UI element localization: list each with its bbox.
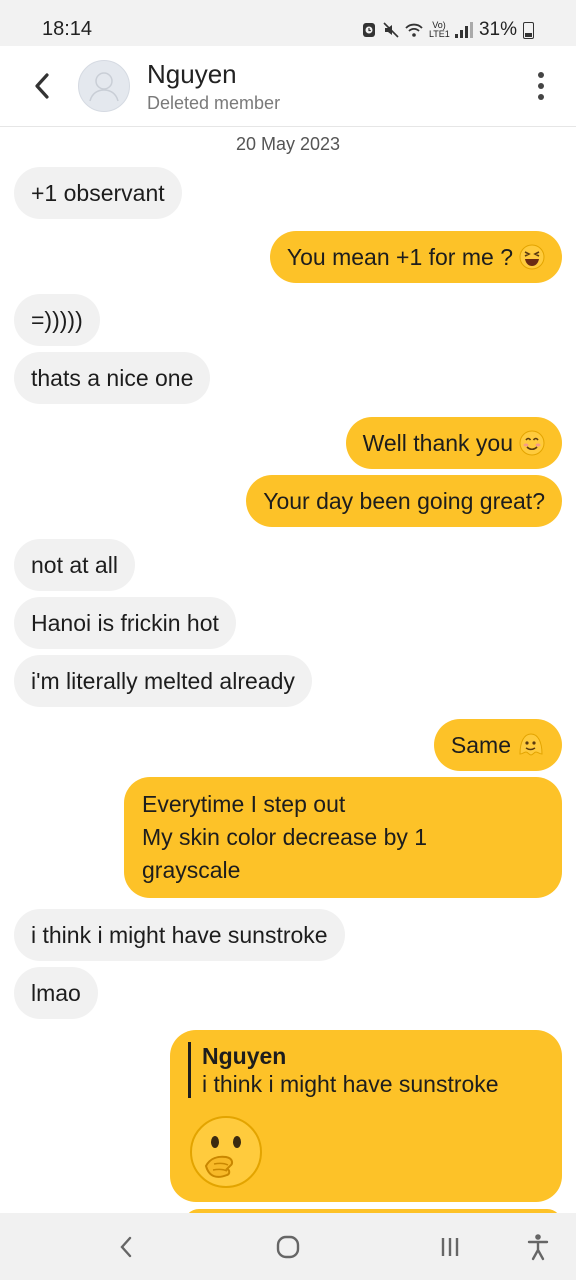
message-incoming[interactable]: Hanoi is frickin hot — [14, 597, 236, 649]
nav-home-button[interactable] — [268, 1229, 308, 1265]
message-outgoing[interactable]: Everytime I step out My skin color decre… — [124, 777, 562, 898]
nav-back-icon — [120, 1236, 132, 1258]
status-icons: Vo) LTE1 31% — [361, 19, 534, 41]
nav-home-icon — [276, 1235, 300, 1259]
more-vertical-icon — [538, 72, 544, 78]
nav-recents-icon — [441, 1238, 459, 1256]
more-options-button[interactable] — [526, 66, 556, 106]
message-list[interactable]: 20 May 2023 +1 observant You mean +1 for… — [0, 127, 576, 1213]
avatar[interactable] — [78, 60, 130, 112]
network-type: Vo) LTE1 — [428, 20, 450, 39]
message-incoming[interactable]: lmao — [14, 967, 98, 1019]
nav-back-button[interactable] — [106, 1229, 146, 1265]
status-time: 18:14 — [42, 18, 93, 40]
chevron-left-icon — [35, 73, 49, 99]
date-separator: 20 May 2023 — [235, 134, 341, 154]
smiling-blush-emoji — [519, 430, 545, 456]
message-incoming[interactable]: i think i might have sunstroke — [14, 909, 345, 961]
message-line: Everytime I step out — [142, 791, 346, 817]
message-line: grayscale — [142, 857, 241, 883]
wifi-icon — [405, 23, 423, 37]
message-incoming[interactable]: thats a nice one — [14, 352, 211, 404]
face-with-hand-over-mouth-emoji — [190, 1116, 262, 1188]
accessibility-icon — [527, 1234, 549, 1261]
message-outgoing[interactable]: Same — [433, 719, 562, 771]
battery-icon — [523, 21, 534, 39]
nav-recents-button[interactable] — [430, 1229, 470, 1265]
alarm-icon — [362, 23, 375, 37]
message-incoming[interactable]: +1 observant — [14, 167, 182, 219]
user-placeholder-icon — [89, 72, 119, 102]
signal-icon — [454, 22, 473, 38]
message-incoming[interactable]: not at all — [14, 539, 135, 591]
message-outgoing[interactable]: You mean +1 for me ? — [269, 231, 562, 283]
chat-header: Nguyen Deleted member — [0, 46, 576, 127]
melting-face-emoji — [519, 733, 543, 756]
battery-percent: 31% — [478, 19, 517, 40]
quoted-author: Nguyen — [202, 1043, 287, 1069]
message-outgoing[interactable]: Well thank you — [345, 417, 562, 469]
contact-status: Deleted member — [147, 93, 281, 113]
message-outgoing-reply[interactable]: Nguyen i think i might have sunstroke — [170, 1030, 562, 1202]
message-outgoing[interactable]: Your day been going great? — [246, 475, 562, 527]
quoted-text: i think i might have sunstroke — [202, 1071, 499, 1097]
accessibility-button[interactable] — [518, 1229, 558, 1265]
message-incoming[interactable]: i'm literally melted already — [14, 655, 312, 707]
quoted-message[interactable]: Nguyen i think i might have sunstroke — [188, 1042, 499, 1098]
laughing-squint-emoji — [519, 244, 545, 270]
back-button[interactable] — [22, 66, 62, 106]
system-nav-bar — [0, 1213, 576, 1280]
contact-name[interactable]: Nguyen — [147, 59, 237, 90]
message-line: My skin color decrease by 1 — [142, 824, 428, 850]
mute-icon — [383, 22, 399, 38]
message-incoming[interactable]: =))))) — [14, 294, 100, 346]
status-bar: 18:14 Vo) LTE1 31% — [0, 0, 576, 46]
